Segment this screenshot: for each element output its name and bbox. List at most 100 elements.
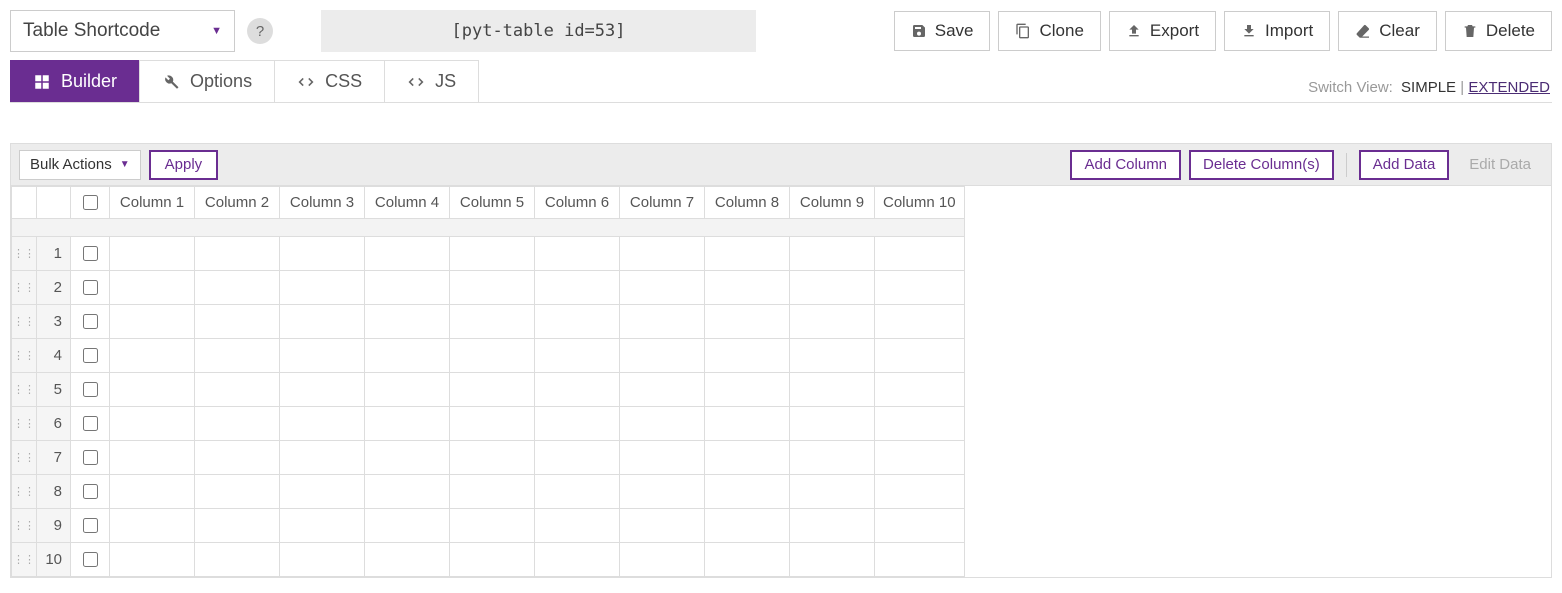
cell[interactable] [790, 339, 875, 373]
bulk-actions-dropdown[interactable]: Bulk Actions ▼ [19, 150, 141, 180]
column-header[interactable]: Column 4 [365, 187, 450, 219]
cell[interactable] [195, 339, 280, 373]
cell[interactable] [705, 271, 790, 305]
cell[interactable] [620, 373, 705, 407]
cell[interactable] [195, 407, 280, 441]
cell[interactable] [620, 271, 705, 305]
column-header[interactable]: Column 5 [450, 187, 535, 219]
cell[interactable] [705, 509, 790, 543]
column-header[interactable]: Column 7 [620, 187, 705, 219]
cell[interactable] [790, 407, 875, 441]
cell[interactable] [875, 339, 965, 373]
add-data-button[interactable]: Add Data [1359, 150, 1450, 180]
apply-button[interactable]: Apply [149, 150, 219, 180]
cell[interactable] [705, 305, 790, 339]
drag-handle-icon[interactable]: ⋮⋮ [12, 441, 37, 475]
cell[interactable] [535, 543, 620, 577]
drag-handle-icon[interactable]: ⋮⋮ [12, 237, 37, 271]
cell[interactable] [365, 441, 450, 475]
cell[interactable] [705, 441, 790, 475]
cell[interactable] [280, 509, 365, 543]
cell[interactable] [875, 475, 965, 509]
drag-handle-icon[interactable]: ⋮⋮ [12, 339, 37, 373]
cell[interactable] [280, 475, 365, 509]
cell[interactable] [365, 407, 450, 441]
cell[interactable] [535, 237, 620, 271]
cell[interactable] [620, 237, 705, 271]
cell[interactable] [110, 271, 195, 305]
cell[interactable] [110, 373, 195, 407]
cell[interactable] [535, 475, 620, 509]
cell[interactable] [620, 543, 705, 577]
cell[interactable] [705, 407, 790, 441]
add-column-button[interactable]: Add Column [1070, 150, 1181, 180]
column-header[interactable]: Column 3 [280, 187, 365, 219]
cell[interactable] [450, 543, 535, 577]
cell[interactable] [875, 543, 965, 577]
cell[interactable] [705, 373, 790, 407]
cell[interactable] [535, 305, 620, 339]
column-header[interactable]: Column 8 [705, 187, 790, 219]
cell[interactable] [280, 441, 365, 475]
cell[interactable] [280, 271, 365, 305]
cell[interactable] [790, 441, 875, 475]
cell[interactable] [450, 237, 535, 271]
cell[interactable] [280, 339, 365, 373]
drag-handle-icon[interactable]: ⋮⋮ [12, 543, 37, 577]
cell[interactable] [280, 237, 365, 271]
cell[interactable] [110, 509, 195, 543]
column-header[interactable]: Column 1 [110, 187, 195, 219]
cell[interactable] [535, 407, 620, 441]
row-checkbox[interactable] [83, 246, 98, 261]
cell[interactable] [620, 339, 705, 373]
cell[interactable] [110, 543, 195, 577]
cell[interactable] [450, 305, 535, 339]
import-button[interactable]: Import [1224, 11, 1330, 51]
cell[interactable] [195, 271, 280, 305]
view-extended-link[interactable]: EXTENDED [1468, 79, 1550, 96]
row-checkbox[interactable] [83, 450, 98, 465]
cell[interactable] [620, 509, 705, 543]
cell[interactable] [875, 509, 965, 543]
cell[interactable] [620, 441, 705, 475]
column-header[interactable]: Column 10 [875, 187, 965, 219]
shortcode-display[interactable]: [pyt-table id=53] [321, 10, 756, 52]
row-checkbox[interactable] [83, 314, 98, 329]
cell[interactable] [875, 441, 965, 475]
cell[interactable] [790, 271, 875, 305]
save-button[interactable]: Save [894, 11, 991, 51]
cell[interactable] [110, 475, 195, 509]
drag-handle-icon[interactable]: ⋮⋮ [12, 373, 37, 407]
cell[interactable] [705, 543, 790, 577]
drag-handle-icon[interactable]: ⋮⋮ [12, 271, 37, 305]
row-checkbox[interactable] [83, 518, 98, 533]
column-header[interactable]: Column 9 [790, 187, 875, 219]
cell[interactable] [620, 475, 705, 509]
cell[interactable] [790, 237, 875, 271]
cell[interactable] [450, 339, 535, 373]
select-all-checkbox[interactable] [83, 195, 98, 210]
cell[interactable] [365, 271, 450, 305]
row-checkbox[interactable] [83, 348, 98, 363]
cell[interactable] [535, 373, 620, 407]
cell[interactable] [450, 475, 535, 509]
cell[interactable] [365, 339, 450, 373]
tab-options[interactable]: Options [139, 60, 275, 102]
cell[interactable] [280, 543, 365, 577]
cell[interactable] [535, 441, 620, 475]
cell[interactable] [195, 543, 280, 577]
cell[interactable] [195, 509, 280, 543]
cell[interactable] [450, 373, 535, 407]
row-checkbox[interactable] [83, 416, 98, 431]
cell[interactable] [365, 543, 450, 577]
column-header[interactable]: Column 2 [195, 187, 280, 219]
help-button[interactable]: ? [247, 18, 273, 44]
tab-css[interactable]: CSS [274, 60, 385, 102]
drag-handle-icon[interactable]: ⋮⋮ [12, 475, 37, 509]
cell[interactable] [195, 441, 280, 475]
cell[interactable] [705, 339, 790, 373]
data-grid[interactable]: Column 1Column 2Column 3Column 4Column 5… [11, 186, 965, 577]
clone-button[interactable]: Clone [998, 11, 1100, 51]
cell[interactable] [365, 237, 450, 271]
cell[interactable] [705, 237, 790, 271]
